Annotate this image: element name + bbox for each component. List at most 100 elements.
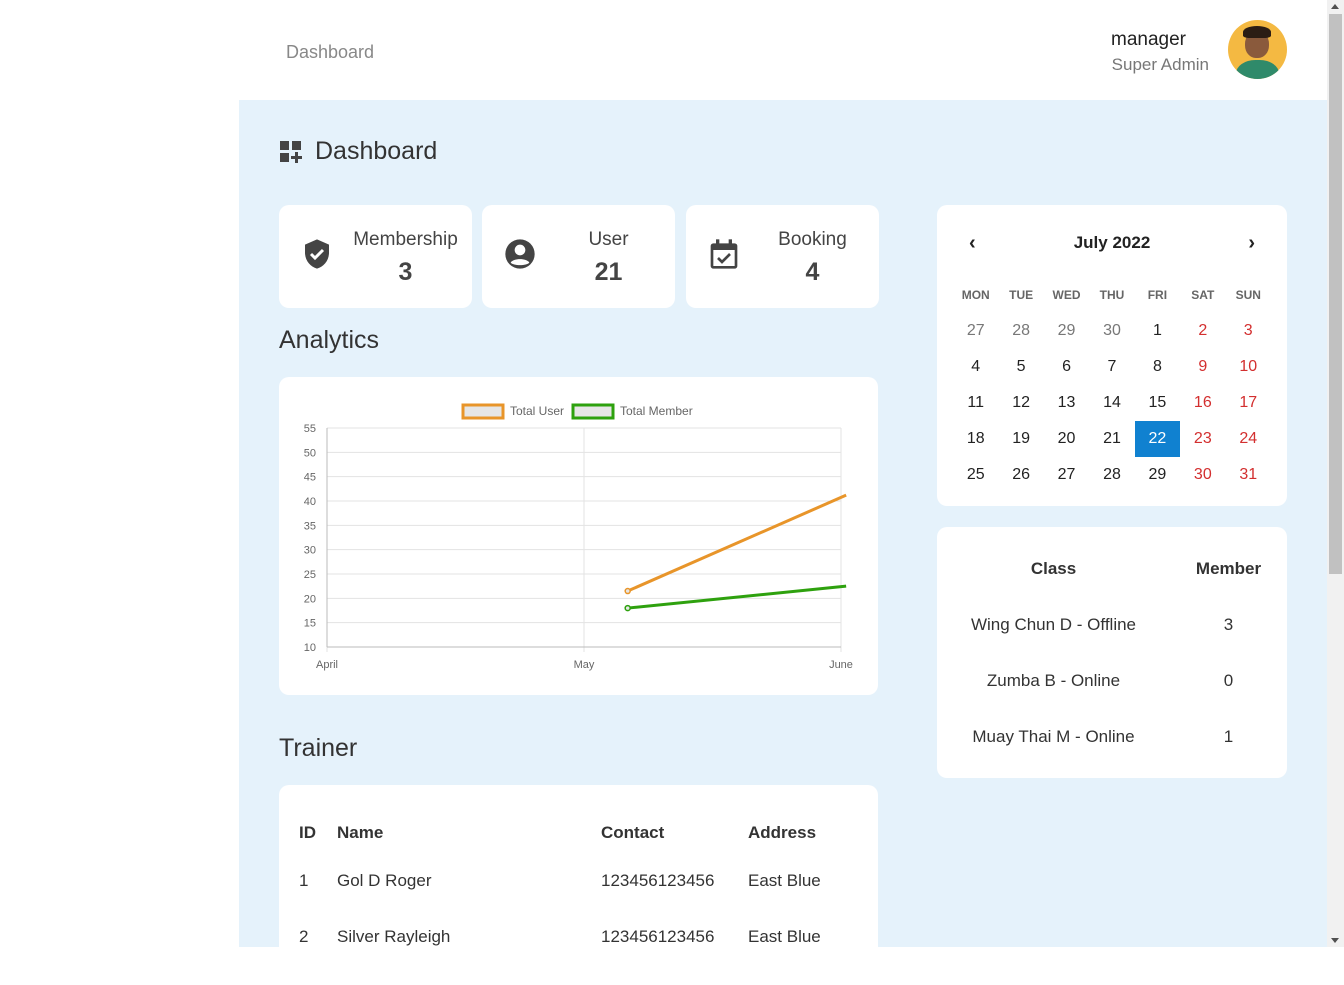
calendar-month-label[interactable]: July 2022 (937, 233, 1287, 253)
cell-id: 1 (299, 871, 309, 890)
calendar-day[interactable]: 27 (1044, 457, 1089, 493)
user-role: Super Admin (1111, 55, 1209, 74)
calendar-day[interactable]: 23 (1180, 421, 1225, 457)
calendar-day[interactable]: 21 (1089, 421, 1134, 457)
y-tick-label: 25 (304, 569, 316, 581)
table-row[interactable]: Muay Thai M - Online 1 (937, 709, 1287, 765)
top-bar: Dashboard manager Super Admin (239, 0, 1327, 100)
cell-class: Wing Chun D - Offline (970, 615, 1137, 634)
calendar-day[interactable]: 12 (998, 385, 1043, 421)
calendar-day[interactable]: 28 (1089, 457, 1134, 493)
dashboard-customize-icon (280, 140, 302, 163)
calendar-day[interactable]: 4 (953, 349, 998, 385)
legend-swatch (461, 403, 505, 420)
stat-card-booking: Booking 4 (686, 205, 879, 308)
cell-address: East Blue (748, 871, 821, 890)
analytics-title: Analytics (279, 326, 380, 354)
y-tick-label: 15 (304, 618, 316, 630)
calendar-day[interactable]: 29 (1044, 313, 1089, 349)
weekday-header: WED (1052, 288, 1081, 302)
calendar-day[interactable]: 28 (998, 313, 1043, 349)
cell-id: 2 (299, 927, 309, 946)
stat-value: 4 (805, 258, 820, 286)
user-name: manager (1111, 29, 1186, 50)
column-header-address: Address (748, 823, 817, 842)
vertical-scrollbar[interactable] (1327, 0, 1344, 947)
calendar-day-selected[interactable]: 22 (1134, 421, 1181, 457)
calendar-check-icon (710, 239, 738, 269)
scroll-down-arrow-icon[interactable] (1331, 938, 1339, 943)
cell-contact: 123456123456 (601, 927, 715, 946)
calendar-day[interactable]: 17 (1226, 385, 1271, 421)
table-row[interactable]: 1 Gol D Roger 123456123456 East Blue (299, 853, 858, 909)
cell-member: 3 (1223, 615, 1234, 634)
legend-label: Total User (510, 404, 564, 418)
y-tick-label: 45 (304, 472, 316, 484)
data-point (624, 604, 631, 612)
table-row[interactable]: 2 Silver Rayleigh 123456123456 East Blue (299, 909, 858, 965)
calendar-day[interactable]: 1 (1135, 313, 1180, 349)
calendar-day[interactable]: 7 (1089, 349, 1134, 385)
calendar-next-button[interactable]: › (1248, 232, 1255, 255)
calendar-day[interactable]: 2 (1180, 313, 1225, 349)
scrollbar-thumb[interactable] (1329, 14, 1342, 574)
avatar[interactable] (1228, 20, 1287, 79)
calendar-day[interactable]: 11 (953, 385, 998, 421)
calendar-day[interactable]: 30 (1180, 457, 1225, 493)
calendar-day[interactable]: 5 (998, 349, 1043, 385)
weekday-header: SUN (1235, 288, 1261, 302)
analytics-chart-card: 55 50 45 40 35 30 25 20 15 10 April May June Total Us… (279, 377, 878, 695)
x-tick-label: June (829, 659, 853, 671)
column-header-name: Name (337, 823, 384, 842)
cell-member: 1 (1223, 727, 1234, 746)
calendar-day[interactable]: 31 (1226, 457, 1271, 493)
column-header-id: ID (299, 823, 316, 842)
sidebar (0, 0, 239, 947)
cell-member: 0 (1223, 671, 1234, 690)
y-tick-label: 30 (304, 545, 316, 557)
calendar-day[interactable]: 3 (1226, 313, 1271, 349)
calendar-grid: MON TUE WED THU FRI SAT SUN 27 28 29 30 1 2 3 4 5 6 7 8 9 10… (953, 277, 1271, 493)
calendar-day[interactable]: 29 (1135, 457, 1180, 493)
calendar-day[interactable]: 20 (1044, 421, 1089, 457)
table-row[interactable]: Wing Chun D - Offline 3 (937, 597, 1287, 653)
calendar-day[interactable]: 13 (1044, 385, 1089, 421)
table-row[interactable]: Zumba B - Online 0 (937, 653, 1287, 709)
calendar-day[interactable]: 9 (1180, 349, 1225, 385)
y-tick-label: 55 (304, 423, 316, 435)
table-header-row: ID Name Contact Address (299, 813, 858, 853)
legend-label: Total Member (620, 404, 693, 418)
calendar-day[interactable]: 6 (1044, 349, 1089, 385)
x-tick-label: May (574, 659, 595, 671)
calendar-day[interactable]: 15 (1135, 385, 1180, 421)
calendar-day[interactable]: 14 (1089, 385, 1134, 421)
calendar-day[interactable]: 25 (953, 457, 998, 493)
stat-label: Booking (778, 229, 847, 250)
cell-class: Zumba B - Online (986, 671, 1121, 690)
x-tick-label: April (316, 659, 338, 671)
analytics-line-chart: 55 50 45 40 35 30 25 20 15 10April May June Total Us… (304, 403, 853, 671)
cell-class: Muay Thai M - Online (972, 727, 1135, 746)
y-tick-label: 50 (304, 447, 316, 459)
trainer-table: ID Name Contact Address 1 Gol D Roger 12… (299, 813, 858, 965)
cell-name: Silver Rayleigh (337, 927, 451, 946)
stat-card-membership: Membership 3 (279, 205, 472, 308)
stat-card-user: User 21 (482, 205, 675, 308)
class-table-card: Class Member Wing Chun D - Offline 3 Zum… (937, 527, 1287, 778)
calendar-day[interactable]: 16 (1180, 385, 1225, 421)
stat-value: 21 (594, 258, 623, 286)
calendar-day[interactable]: 19 (998, 421, 1043, 457)
calendar-day[interactable]: 30 (1089, 313, 1134, 349)
stat-label: Membership (353, 229, 458, 250)
calendar-day[interactable]: 27 (953, 313, 998, 349)
calendar-day[interactable]: 10 (1226, 349, 1271, 385)
breadcrumb[interactable]: Dashboard (286, 42, 374, 63)
y-tick-label: 35 (304, 520, 316, 532)
calendar-day[interactable]: 8 (1135, 349, 1180, 385)
account-circle-icon (505, 239, 535, 269)
page-title: Dashboard (279, 137, 437, 166)
calendar-day[interactable]: 24 (1226, 421, 1271, 457)
calendar-day[interactable]: 18 (953, 421, 998, 457)
scroll-up-arrow-icon[interactable] (1331, 4, 1339, 9)
calendar-day[interactable]: 26 (998, 457, 1043, 493)
